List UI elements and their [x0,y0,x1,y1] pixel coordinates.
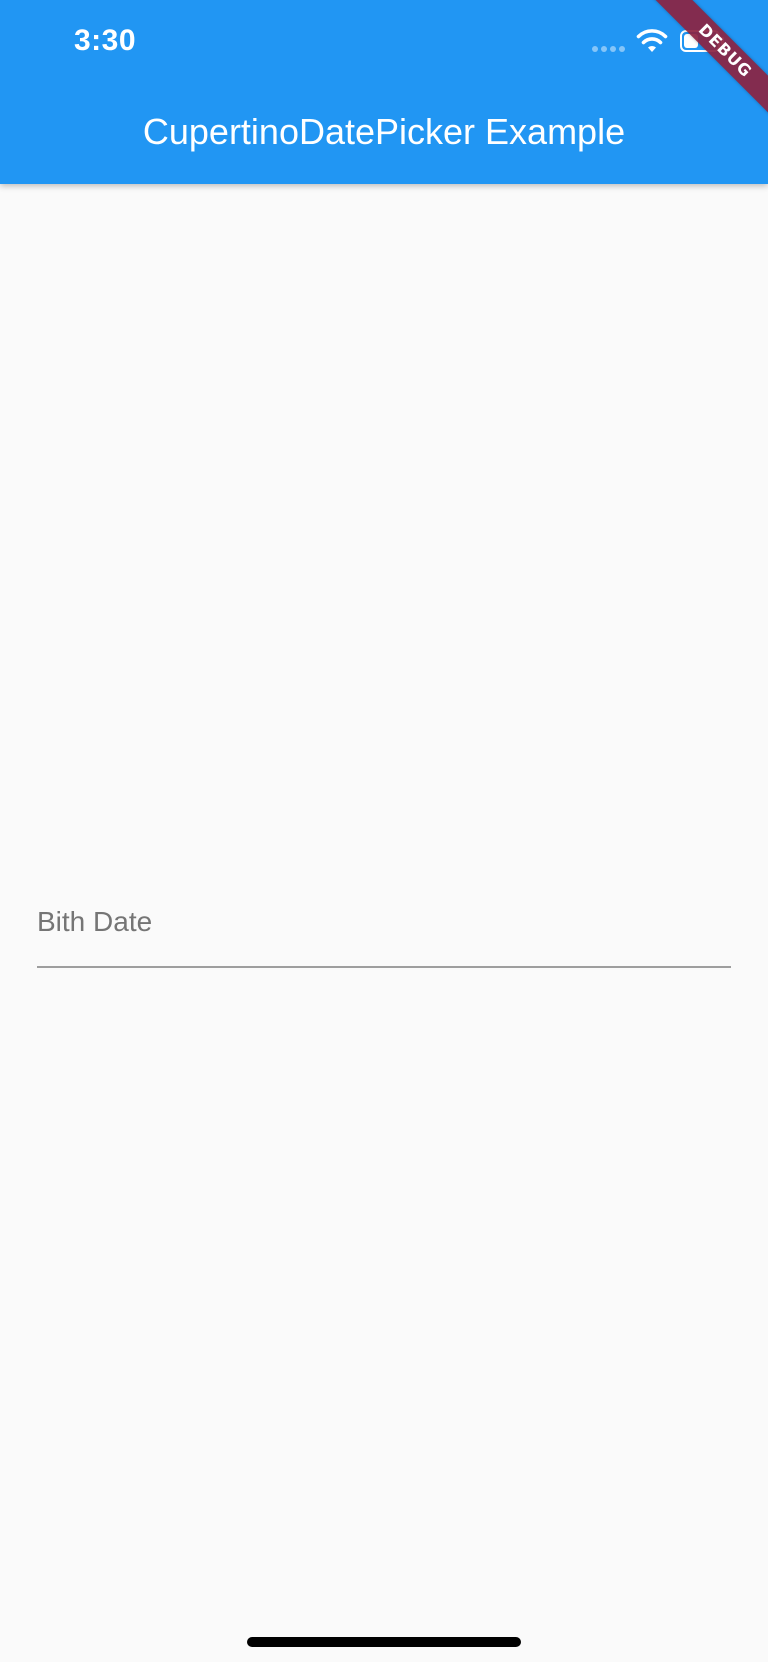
app-bar: 3:30 CupertinoDatePicker Example [0,0,768,184]
birth-date-placeholder: Bith Date [37,906,153,937]
signal-icon [592,46,626,52]
status-time: 3:30 [74,24,137,57]
birth-date-underline [37,966,731,968]
wifi-icon [636,29,668,52]
page-title: CupertinoDatePicker Example [142,111,626,152]
home-indicator[interactable] [247,1637,521,1647]
birth-date-field[interactable]: Bith Date [37,892,731,968]
